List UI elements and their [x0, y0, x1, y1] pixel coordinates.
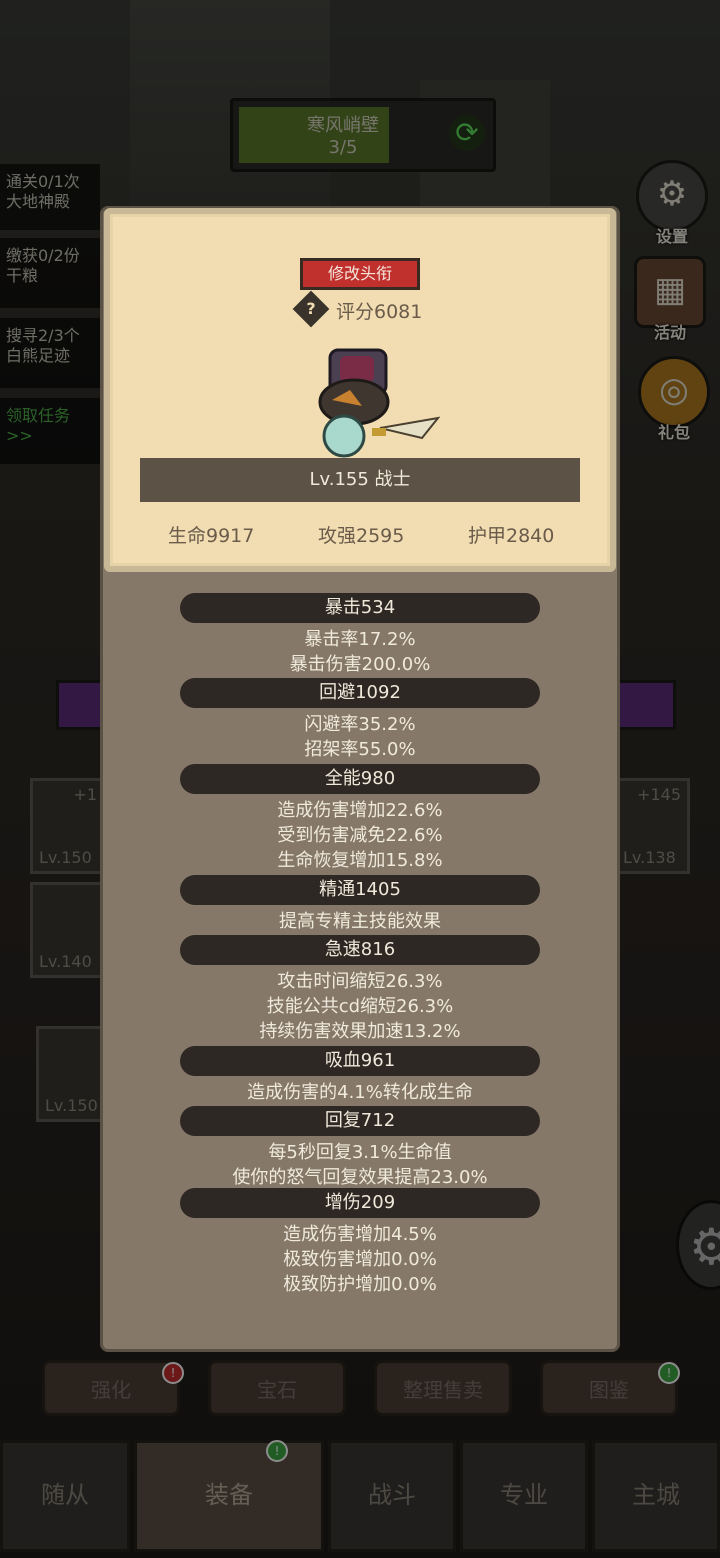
stat-line: 提高专精主技能效果	[279, 911, 441, 932]
stat-line: 生命恢复增加15.8%	[277, 850, 443, 871]
stat-line: 造成伤害的4.1%转化成生命	[247, 1082, 473, 1103]
stat-header-mastery: 精通1405	[180, 875, 540, 905]
stat-header-leech: 吸血961	[180, 1046, 540, 1076]
stat-line: 受到伤害减免22.6%	[277, 825, 443, 846]
stat-header-crit: 暴击534	[180, 593, 540, 623]
attack-stat: 攻强2595	[318, 525, 405, 547]
stat-line: 暴击率17.2%	[304, 629, 416, 650]
rename-title-button[interactable]: 修改头衔	[300, 258, 420, 290]
stat-header-regen: 回复712	[180, 1106, 540, 1136]
hero-avatar	[318, 348, 440, 458]
hp-stat: 生命9917	[168, 525, 255, 547]
score-text: 评分6081	[336, 301, 423, 323]
stat-line: 技能公共cd缩短26.3%	[266, 996, 454, 1017]
stat-line: 招架率55.0%	[304, 739, 416, 760]
stat-header-versatility: 全能980	[180, 764, 540, 794]
stat-line: 造成伤害增加22.6%	[277, 800, 443, 821]
stat-line: 造成伤害增加4.5%	[283, 1224, 437, 1245]
stat-header-haste: 急速816	[180, 935, 540, 965]
stat-line: 使你的怒气回复效果提高23.0%	[232, 1167, 488, 1188]
stat-line: 攻击时间缩短26.3%	[277, 971, 443, 992]
stat-header-dodge: 回避1092	[180, 678, 540, 708]
stat-line: 极致伤害增加0.0%	[283, 1249, 437, 1270]
stat-header-damage-boost: 增伤209	[180, 1188, 540, 1218]
stat-line: 持续伤害效果加速13.2%	[259, 1021, 461, 1042]
armor-stat: 护甲2840	[468, 525, 555, 547]
stat-line: 闪避率35.2%	[304, 714, 416, 735]
stat-line: 暴击伤害200.0%	[289, 654, 431, 675]
stat-line: 极致防护增加0.0%	[283, 1274, 437, 1295]
question-mark-icon: ?	[306, 299, 316, 318]
level-class-banner: Lv.155 战士	[140, 458, 580, 502]
stat-line: 每5秒回复3.1%生命值	[268, 1142, 452, 1163]
